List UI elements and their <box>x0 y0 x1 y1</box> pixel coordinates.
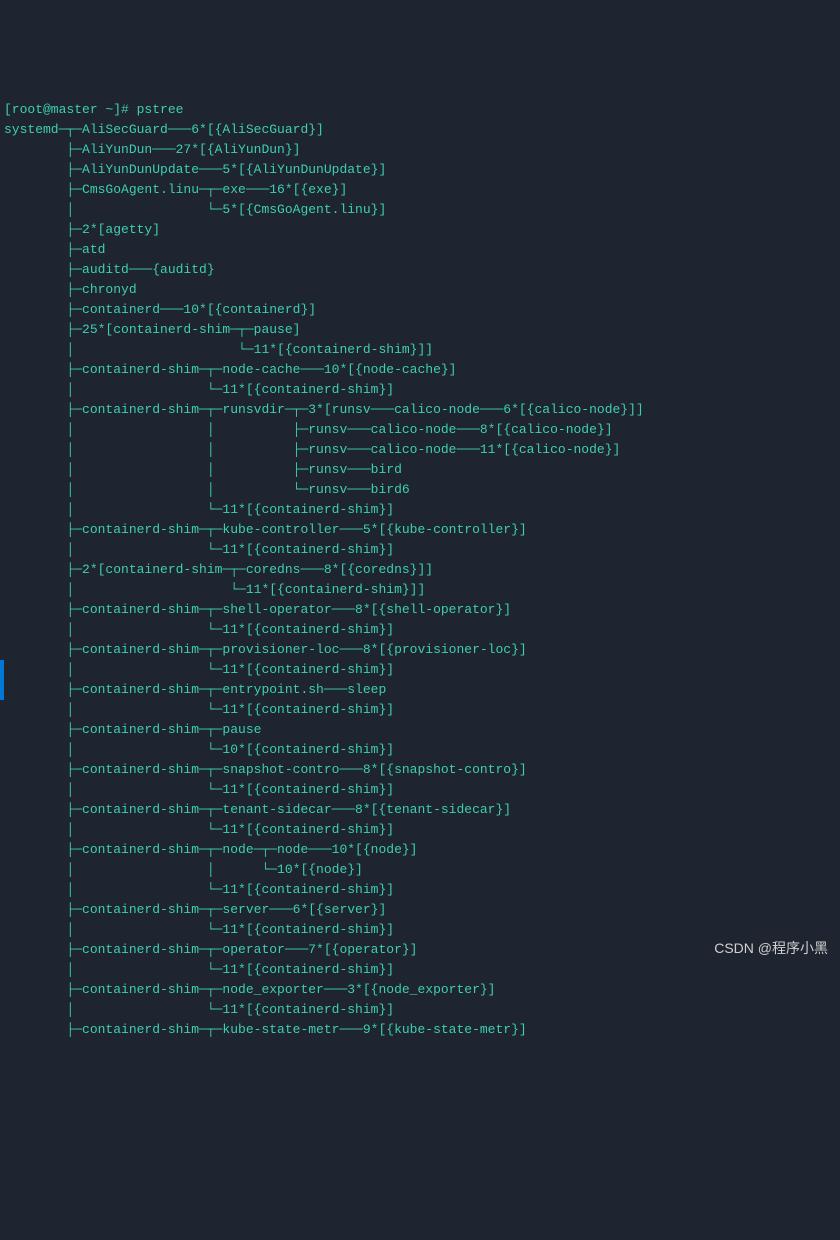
watermark-text: CSDN @程序小黑 <box>714 938 828 958</box>
terminal-output: [root@master ~]# pstree systemd─┬─AliSec… <box>0 80 840 1060</box>
sidebar-accent <box>0 660 4 700</box>
shell-prompt: [root@master ~]# pstree <box>4 102 183 117</box>
pstree-output: systemd─┬─AliSecGuard───6*[{AliSecGuard}… <box>4 120 836 1040</box>
